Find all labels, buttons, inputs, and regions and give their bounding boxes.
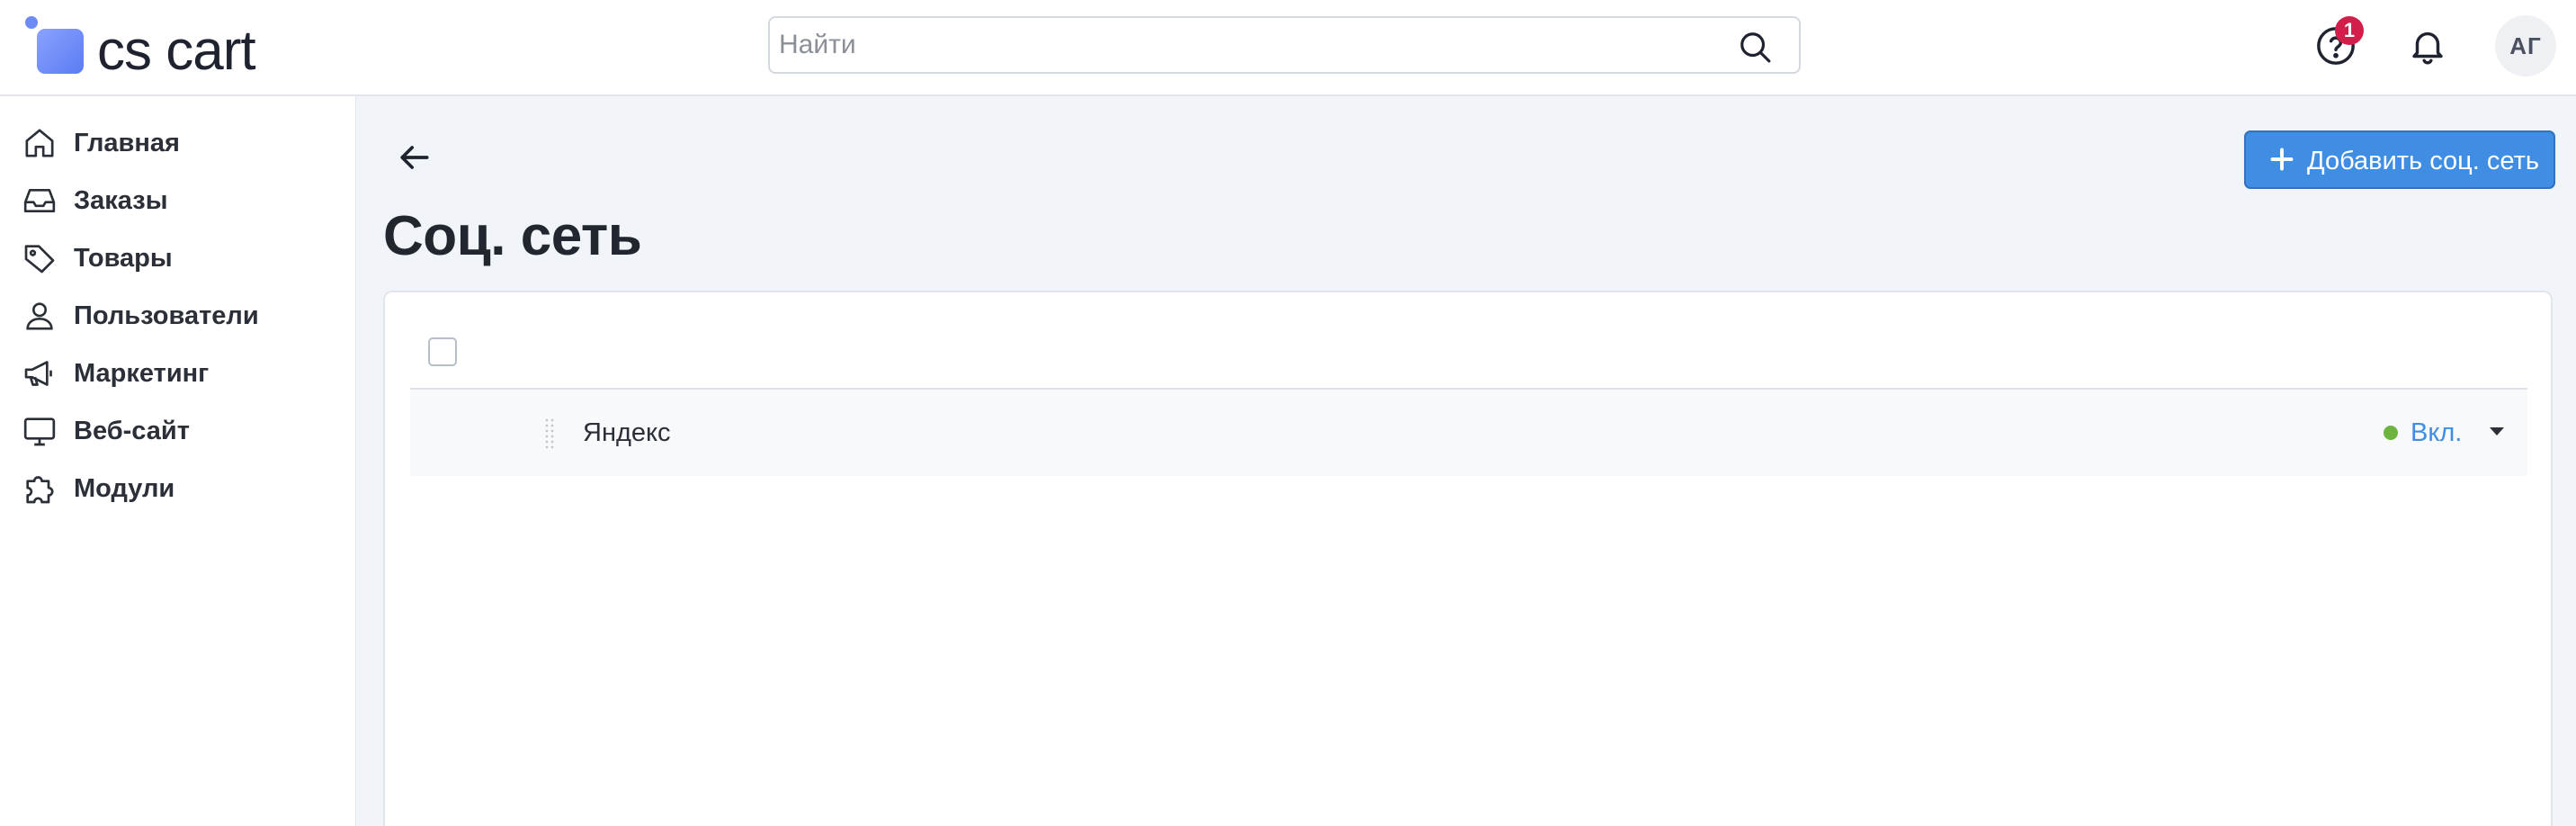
page-title: Соц. сеть: [383, 205, 642, 267]
cs-cart-logo[interactable]: cs cart: [25, 16, 277, 82]
drag-handle-icon[interactable]: [543, 417, 556, 453]
chevron-down-icon: [2490, 427, 2504, 435]
user-icon: [26, 302, 53, 330]
help-badge: 1: [2335, 16, 2364, 45]
logo-dot: [25, 16, 38, 29]
monitor-icon: [23, 417, 56, 446]
tag-icon: [24, 245, 55, 274]
table-row: Яндекс Вкл.: [410, 390, 2527, 476]
inbox-icon: [23, 189, 56, 212]
top-header: cs cart 1 АГ: [0, 0, 2576, 96]
back-arrow-icon[interactable]: [394, 138, 434, 177]
search-icon[interactable]: [1738, 30, 1772, 64]
sidebar-item-label: Главная: [74, 129, 180, 157]
sidebar: Главная Заказы Товары Пользователи Марке…: [0, 96, 356, 826]
user-avatar[interactable]: АГ: [2495, 15, 2556, 76]
megaphone-icon: [24, 361, 52, 386]
sidebar-item-modules[interactable]: Модули: [22, 463, 345, 514]
home-icon: [25, 129, 54, 157]
puzzle-icon: [26, 476, 54, 504]
select-all-checkbox[interactable]: [428, 337, 457, 366]
sidebar-item-website[interactable]: Веб-сайт: [22, 406, 345, 456]
social-networks-table: Яндекс Вкл.: [383, 291, 2553, 826]
search-box: [768, 16, 1801, 74]
add-button-label: Добавить соц. сеть: [2307, 147, 2539, 175]
sidebar-item-products[interactable]: Товары: [22, 233, 345, 283]
sidebar-item-label: Маркетинг: [74, 359, 210, 388]
sidebar-item-orders[interactable]: Заказы: [22, 175, 345, 226]
search-input[interactable]: [779, 18, 1732, 72]
social-network-name[interactable]: Яндекс: [583, 417, 671, 449]
bell-icon[interactable]: [2407, 25, 2448, 67]
add-social-network-button[interactable]: Добавить соц. сеть: [2244, 130, 2555, 189]
main-content: Соц. сеть Добавить соц. сеть Яндекс Вкл.: [356, 96, 2576, 826]
sidebar-item-label: Заказы: [74, 186, 168, 215]
logo-text: cs cart: [97, 20, 256, 82]
sidebar-item-marketing[interactable]: Маркетинг: [22, 348, 345, 399]
sidebar-item-label: Пользователи: [74, 301, 259, 330]
sidebar-item-label: Веб-сайт: [74, 417, 190, 445]
sidebar-item-home[interactable]: Главная: [22, 118, 345, 168]
status-dropdown[interactable]: Вкл.: [2384, 413, 2518, 453]
status-label: Вкл.: [2411, 418, 2463, 447]
sidebar-item-label: Модули: [74, 474, 175, 503]
plus-icon: [2270, 148, 2294, 171]
sidebar-item-label: Товары: [74, 244, 173, 273]
sidebar-item-users[interactable]: Пользователи: [22, 291, 345, 341]
status-dot: [2384, 426, 2398, 440]
logo-square-icon: [37, 29, 84, 74]
